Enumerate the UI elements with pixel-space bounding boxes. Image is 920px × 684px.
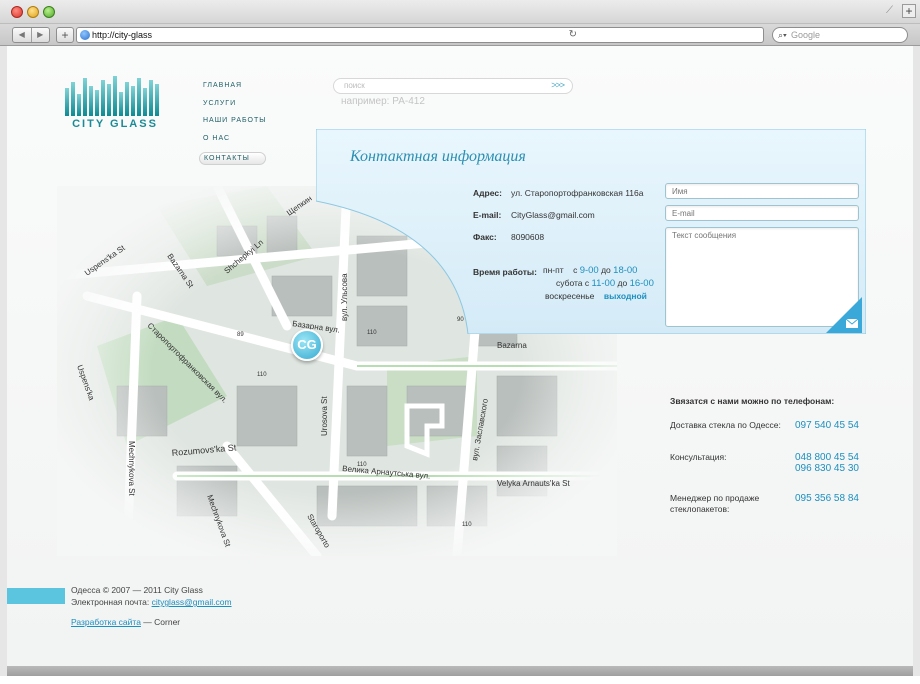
map-label: Velyka Arnauts'ka St [497, 479, 570, 488]
nav-buttons: ◀ ▶ [12, 27, 50, 43]
menu-item-about[interactable]: О НАС [203, 135, 266, 142]
map-label: Urosova St [320, 396, 329, 436]
site-logo[interactable]: CITY GLASS [65, 76, 165, 136]
menu-item-services[interactable]: УСЛУГИ [203, 100, 266, 107]
phone-number-consultation-2[interactable]: 096 830 45 30 [795, 463, 859, 474]
url-text[interactable]: http://city-glass [92, 29, 152, 41]
footer-email-label: Электронная почта: [71, 597, 152, 607]
window-frame-left [0, 46, 7, 676]
footer-email-row: Электронная почта: cityglass@gmail.com [71, 596, 232, 608]
hours-row-sunday: воскресенье выходной [545, 291, 647, 301]
hours-row-weekdays: пн-пт с 9-00 до 18-00 [543, 265, 638, 276]
browser-window: ⟋ + ◀ ▶ + http://city-glass ↻ ⌕▾ Google [0, 0, 920, 684]
reload-icon[interactable]: ↻ [569, 29, 577, 41]
name-field[interactable] [665, 183, 859, 199]
address-value: ул. Старопортофранковская 116а [511, 188, 644, 198]
globe-icon [80, 30, 90, 40]
footer-accent-bar [7, 588, 65, 604]
footer-copyright: Одесса © 2007 — 2011 City Glass [71, 585, 203, 595]
fax-value: 8090608 [511, 232, 545, 242]
phone-number-consultation-1[interactable]: 048 800 45 54 [795, 452, 859, 463]
fax-label: Факс: [473, 232, 497, 242]
logo-bars-icon [65, 76, 165, 116]
dev-separator: — [140, 617, 155, 627]
map-number: 110 [462, 522, 472, 528]
search-example: например: РА-412 [341, 96, 425, 107]
logo-text: CITY GLASS [72, 118, 158, 130]
phone-number-delivery[interactable]: 097 540 45 54 [795, 420, 859, 431]
phone-label-delivery: Доставка стекла по Одессе: [670, 420, 781, 430]
address-label: Адрес: [473, 188, 502, 198]
browser-toolbar: ◀ ▶ + http://city-glass ↻ ⌕▾ Google [0, 24, 920, 46]
web-page: Щепкин Shchepkyi Ln Bazarna St Uspens'ka… [7, 46, 913, 666]
zoom-window-button[interactable] [43, 6, 55, 18]
hours-row-saturday: субота с 11-00 до 16-00 [556, 278, 654, 289]
titlebar: ⟋ + [0, 0, 920, 24]
window-bottom-bar [7, 666, 913, 676]
site-search-placeholder: поиск [344, 81, 365, 90]
site-search-input[interactable]: поиск >>> [333, 78, 573, 94]
minimize-window-button[interactable] [27, 6, 39, 18]
footer-email-link[interactable]: cityglass@gmail.com [152, 597, 232, 607]
email-value[interactable]: CityGlass@gmail.com [511, 210, 595, 220]
address-bar[interactable]: http://city-glass ↻ [76, 27, 764, 43]
main-menu: ГЛАВНАЯ УСЛУГИ НАШИ РАБОТЫ О НАС КОНТАКТ… [199, 82, 267, 176]
phone-label-manager: Менеджер по продаже стеклопакетов: [670, 493, 760, 514]
browser-search-placeholder: Google [791, 30, 821, 40]
menu-item-home[interactable]: ГЛАВНАЯ [203, 82, 266, 89]
contact-title: Контактная информация [350, 148, 526, 165]
contact-panel: Контактная информация Адрес: ул. Старопо… [316, 129, 866, 334]
phone-number-manager[interactable]: 095 356 58 84 [795, 493, 859, 504]
map-number: 89 [237, 332, 244, 338]
add-bookmark-button[interactable]: + [56, 27, 74, 43]
phones-heading: Звязатся с нами можно по телефонам: [670, 396, 835, 406]
map-number: 110 [257, 372, 267, 378]
search-go-icon[interactable]: >>> [551, 80, 565, 90]
dev-name: Corner [154, 617, 181, 627]
email-field[interactable] [665, 205, 859, 221]
browser-search-field[interactable]: ⌕▾ Google [772, 27, 908, 43]
forward-button[interactable]: ▶ [30, 28, 50, 42]
map-label: Mechnykova St [127, 441, 136, 496]
footer: Одесса © 2007 — 2011 City Glass Электрон… [71, 584, 232, 628]
map-number: 110 [357, 462, 367, 468]
new-tab-button[interactable]: + [902, 4, 916, 18]
resize-icon[interactable]: ⟋ [886, 6, 896, 16]
search-icon: ⌕▾ [778, 30, 787, 40]
map-label: Bazarna [497, 341, 527, 350]
back-button[interactable]: ◀ [13, 28, 31, 42]
close-window-button[interactable] [11, 6, 23, 18]
email-label: E-mail: [473, 210, 502, 220]
phone-label-consultation: Консультация: [670, 452, 727, 462]
window-frame-right [913, 46, 920, 676]
menu-item-works[interactable]: НАШИ РАБОТЫ [203, 117, 266, 124]
send-envelope-icon[interactable] [826, 297, 862, 333]
hours-label: Время работы: [473, 267, 537, 277]
menu-item-contacts[interactable]: КОНТАКТЫ [199, 152, 267, 165]
dev-link[interactable]: Разработка сайта [71, 617, 141, 627]
footer-dev-row: Разработка сайта — Corner [71, 616, 232, 628]
